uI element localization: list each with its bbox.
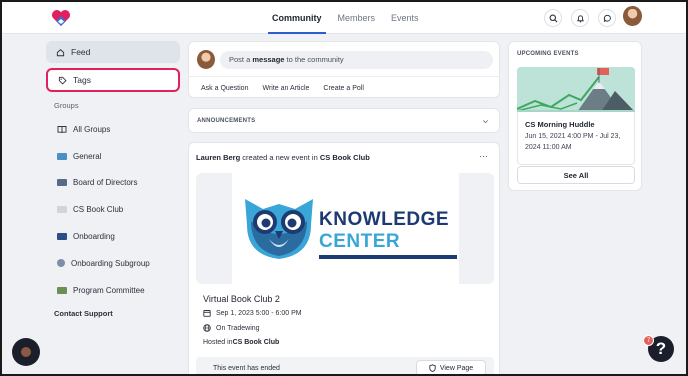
group-flag-icon xyxy=(57,286,67,294)
view-page-button[interactable]: View Page xyxy=(416,360,486,376)
upcoming-events-panel: UPCOMING EVENTS CS Morning Huddle Jun 15… xyxy=(508,41,642,191)
groups-heading: Groups xyxy=(54,101,79,110)
ask-question-button[interactable]: Ask a Question xyxy=(201,85,248,92)
notifications-button[interactable] xyxy=(571,9,589,27)
group-flag-icon xyxy=(57,206,67,214)
event-location-row: On Tradewing xyxy=(203,324,260,332)
announcements-label: ANNOUNCEMENTS xyxy=(197,118,256,124)
banner-text-line2: CENTER xyxy=(319,231,401,252)
search-icon xyxy=(549,14,557,22)
help-badge: 7 xyxy=(643,335,654,346)
messages-button[interactable] xyxy=(598,9,616,27)
top-actions xyxy=(544,9,616,27)
sidebar-item-tags[interactable]: Tags xyxy=(46,68,180,92)
chevron-down-icon[interactable] xyxy=(482,118,489,125)
hosted-group-link[interactable]: CS Book Club xyxy=(233,339,280,346)
event-ended-bar: This event has ended View Page xyxy=(196,357,494,376)
upcoming-event-date: Jun 15, 2021 4:00 PM - Jul 23, 2024 11:0… xyxy=(525,133,621,151)
group-label: Onboarding xyxy=(73,232,115,242)
group-label: Onboarding Subgroup xyxy=(71,258,150,268)
tab-events[interactable]: Events xyxy=(391,2,419,34)
banner-underline xyxy=(319,255,457,259)
sidebar-item-onboarding-subgroup[interactable]: Onboarding Subgroup xyxy=(46,250,180,277)
composer-suffix: to the community xyxy=(284,55,344,64)
event-host-row: Hosted in CS Book Club xyxy=(203,339,279,346)
search-button[interactable] xyxy=(544,9,562,27)
post-action-text: created a new event in xyxy=(240,153,320,162)
hosted-prefix: Hosted in xyxy=(203,339,233,346)
write-article-button[interactable]: Write an Article xyxy=(262,85,309,92)
main-nav: Community Members Events xyxy=(268,2,419,34)
chat-bubble-icon xyxy=(603,14,611,22)
sidebar-item-onboarding[interactable]: Onboarding xyxy=(46,223,180,250)
group-flag-icon xyxy=(57,259,65,268)
tab-members[interactable]: Members xyxy=(338,2,376,34)
post-header: Lauren Berg created a new event in CS Bo… xyxy=(196,153,370,162)
left-sidebar: Feed Tags Groups All Groups General Boar… xyxy=(46,41,180,318)
composer-prefix: Post a xyxy=(229,55,253,64)
banner-text-line1: KNOWLEDGE xyxy=(319,209,450,230)
upcoming-event-card[interactable]: CS Morning Huddle Jun 15, 2021 4:00 PM -… xyxy=(517,112,635,165)
feed-post: Lauren Berg created a new event in CS Bo… xyxy=(188,142,500,376)
group-flag-icon xyxy=(57,233,67,241)
event-ended-text: This event has ended xyxy=(213,365,280,372)
post-group-link[interactable]: CS Book Club xyxy=(320,153,370,162)
app-logo[interactable] xyxy=(51,9,71,27)
create-poll-button[interactable]: Create a Poll xyxy=(323,85,363,92)
owl-logo-icon xyxy=(245,199,313,259)
globe-icon xyxy=(203,324,211,332)
group-label: All Groups xyxy=(73,124,111,134)
composer-bold: message xyxy=(252,55,285,64)
event-date-row: Sep 1, 2023 5:00 - 6:00 PM xyxy=(203,309,302,317)
sidebar-item-program-committee[interactable]: Program Committee xyxy=(46,277,180,304)
group-label: Program Committee xyxy=(73,285,145,295)
contact-support-link[interactable]: Contact Support xyxy=(46,309,180,318)
event-title[interactable]: Virtual Book Club 2 xyxy=(203,294,280,304)
calendar-icon xyxy=(203,310,211,317)
sidebar-item-label: Tags xyxy=(73,75,91,85)
event-date: Sep 1, 2023 5:00 - 6:00 PM xyxy=(216,309,302,317)
sidebar-item-all-groups[interactable]: All Groups xyxy=(46,116,180,143)
group-flag-icon xyxy=(57,179,67,187)
tab-community[interactable]: Community xyxy=(268,2,325,34)
group-label: CS Book Club xyxy=(73,205,124,215)
group-flag-icon xyxy=(57,152,67,160)
post-message-input[interactable]: Post a message to the community xyxy=(220,51,493,69)
post-author[interactable]: Lauren Berg xyxy=(196,153,240,162)
group-label: General xyxy=(73,151,102,161)
sidebar-item-cs-book-club[interactable]: CS Book Club xyxy=(46,196,180,223)
tag-icon xyxy=(58,76,67,85)
view-page-label: View Page xyxy=(439,364,474,372)
post-menu-button[interactable]: ··· xyxy=(479,151,488,161)
bell-icon xyxy=(576,14,584,22)
sidebar-item-feed[interactable]: Feed xyxy=(46,41,180,63)
mountain-illustration-icon xyxy=(517,67,635,112)
event-location: On Tradewing xyxy=(216,324,260,332)
composer-actions: Ask a Question Write an Article Create a… xyxy=(189,76,499,99)
user-avatar[interactable] xyxy=(623,6,642,26)
see-all-button[interactable]: See All xyxy=(517,166,635,184)
chat-launcher-button[interactable] xyxy=(12,338,40,366)
sidebar-item-general[interactable]: General xyxy=(46,143,180,170)
post-composer: Post a message to the community Ask a Qu… xyxy=(188,41,500,98)
sidebar-item-label: Feed xyxy=(71,47,91,57)
home-icon xyxy=(56,48,65,56)
event-thumbnail[interactable] xyxy=(517,67,635,112)
event-banner-image: KNOWLEDGE CENTER xyxy=(196,173,494,284)
upcoming-events-label: UPCOMING EVENTS xyxy=(517,51,579,57)
sidebar-item-board-of-directors[interactable]: Board of Directors xyxy=(46,170,180,197)
book-icon xyxy=(57,125,67,133)
shield-icon xyxy=(429,364,436,372)
announcements-panel[interactable]: ANNOUNCEMENTS xyxy=(188,108,500,133)
avatar xyxy=(197,50,215,69)
group-label: Board of Directors xyxy=(73,178,138,188)
upcoming-event-title: CS Morning Huddle xyxy=(525,120,595,129)
